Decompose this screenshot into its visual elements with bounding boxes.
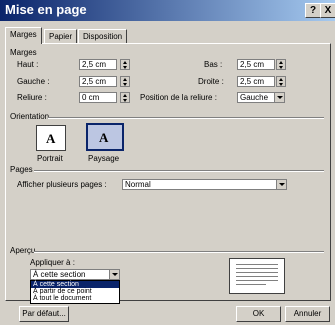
apply-option-section[interactable]: À cette section bbox=[31, 281, 119, 288]
apply-to-label: Appliquer à : bbox=[30, 258, 75, 267]
orientation-section-label: Orientation bbox=[10, 112, 50, 121]
pages-separator bbox=[34, 170, 324, 172]
apply-option-whole-document[interactable]: À tout le document bbox=[31, 295, 119, 302]
multiple-pages-value: Normal bbox=[125, 180, 151, 189]
multiple-pages-label: Afficher plusieurs pages : bbox=[17, 180, 107, 189]
apply-to-select[interactable]: À cette section bbox=[30, 269, 120, 280]
chevron-down-icon[interactable] bbox=[274, 93, 284, 102]
apply-option-from-here[interactable]: À partir de ce point bbox=[31, 288, 119, 295]
landscape-page-icon: A bbox=[99, 130, 109, 145]
gutter-position-select[interactable]: Gauche bbox=[237, 92, 285, 103]
close-button[interactable]: X bbox=[320, 3, 335, 18]
pages-section-label: Pages bbox=[10, 165, 33, 174]
landscape-option[interactable]: A bbox=[86, 123, 124, 151]
help-button[interactable]: ? bbox=[305, 3, 321, 18]
gutter-field[interactable]: 0 cm bbox=[79, 92, 117, 103]
preview-text-line bbox=[236, 276, 278, 277]
title-bar[interactable]: Mise en page ? X bbox=[0, 0, 335, 21]
bottom-margin-spinner[interactable] bbox=[276, 59, 286, 70]
tab-marges[interactable]: Marges bbox=[5, 27, 42, 44]
left-margin-label: Gauche : bbox=[17, 77, 50, 86]
dialog-title: Mise en page bbox=[5, 2, 87, 17]
default-button[interactable]: Par défaut... bbox=[19, 306, 69, 322]
margins-section-label: Marges bbox=[10, 48, 37, 57]
page-preview bbox=[229, 258, 285, 294]
preview-text-line bbox=[236, 268, 278, 269]
preview-separator bbox=[34, 251, 324, 253]
landscape-label[interactable]: Paysage bbox=[88, 154, 119, 163]
bottom-margin-field[interactable]: 2,5 cm bbox=[237, 59, 275, 70]
right-margin-label: Droite : bbox=[198, 77, 224, 86]
orientation-separator bbox=[48, 117, 324, 119]
portrait-option[interactable]: A bbox=[36, 125, 66, 151]
left-margin-field[interactable]: 2,5 cm bbox=[79, 76, 117, 87]
portrait-page-icon: A bbox=[46, 131, 56, 146]
page-setup-dialog: Mise en page ? X Marges Papier Dispositi… bbox=[0, 0, 335, 325]
apply-to-value: À cette section bbox=[33, 270, 86, 279]
cancel-button[interactable]: Annuler bbox=[285, 306, 330, 322]
tab-papier[interactable]: Papier bbox=[44, 29, 78, 44]
top-margin-spinner[interactable] bbox=[120, 59, 130, 70]
top-margin-label: Haut : bbox=[17, 60, 39, 69]
left-margin-spinner[interactable] bbox=[120, 76, 130, 87]
gutter-label: Reliure : bbox=[17, 93, 47, 102]
top-margin-field[interactable]: 2,5 cm bbox=[79, 59, 117, 70]
preview-text-line bbox=[236, 280, 278, 281]
right-margin-field[interactable]: 2,5 cm bbox=[237, 76, 275, 87]
tab-disposition[interactable]: Disposition bbox=[78, 29, 128, 44]
bottom-margin-label: Bas : bbox=[204, 60, 223, 69]
chevron-down-icon[interactable] bbox=[109, 270, 119, 279]
preview-text-line bbox=[236, 284, 266, 285]
preview-section-label: Aperçu bbox=[10, 246, 36, 255]
preview-text-line bbox=[236, 264, 278, 265]
gutter-position-value: Gauche bbox=[240, 93, 269, 102]
preview-text-line bbox=[236, 272, 278, 273]
ok-button[interactable]: OK bbox=[236, 306, 281, 322]
chevron-down-icon[interactable] bbox=[276, 180, 286, 189]
gutter-spinner[interactable] bbox=[120, 92, 130, 103]
multiple-pages-select[interactable]: Normal bbox=[122, 179, 287, 190]
gutter-position-label: Position de la reliure : bbox=[140, 93, 217, 102]
right-margin-spinner[interactable] bbox=[276, 76, 286, 87]
apply-to-dropdown-list: À cette section À partir de ce point À t… bbox=[30, 280, 120, 304]
portrait-label[interactable]: Portrait bbox=[37, 154, 63, 163]
